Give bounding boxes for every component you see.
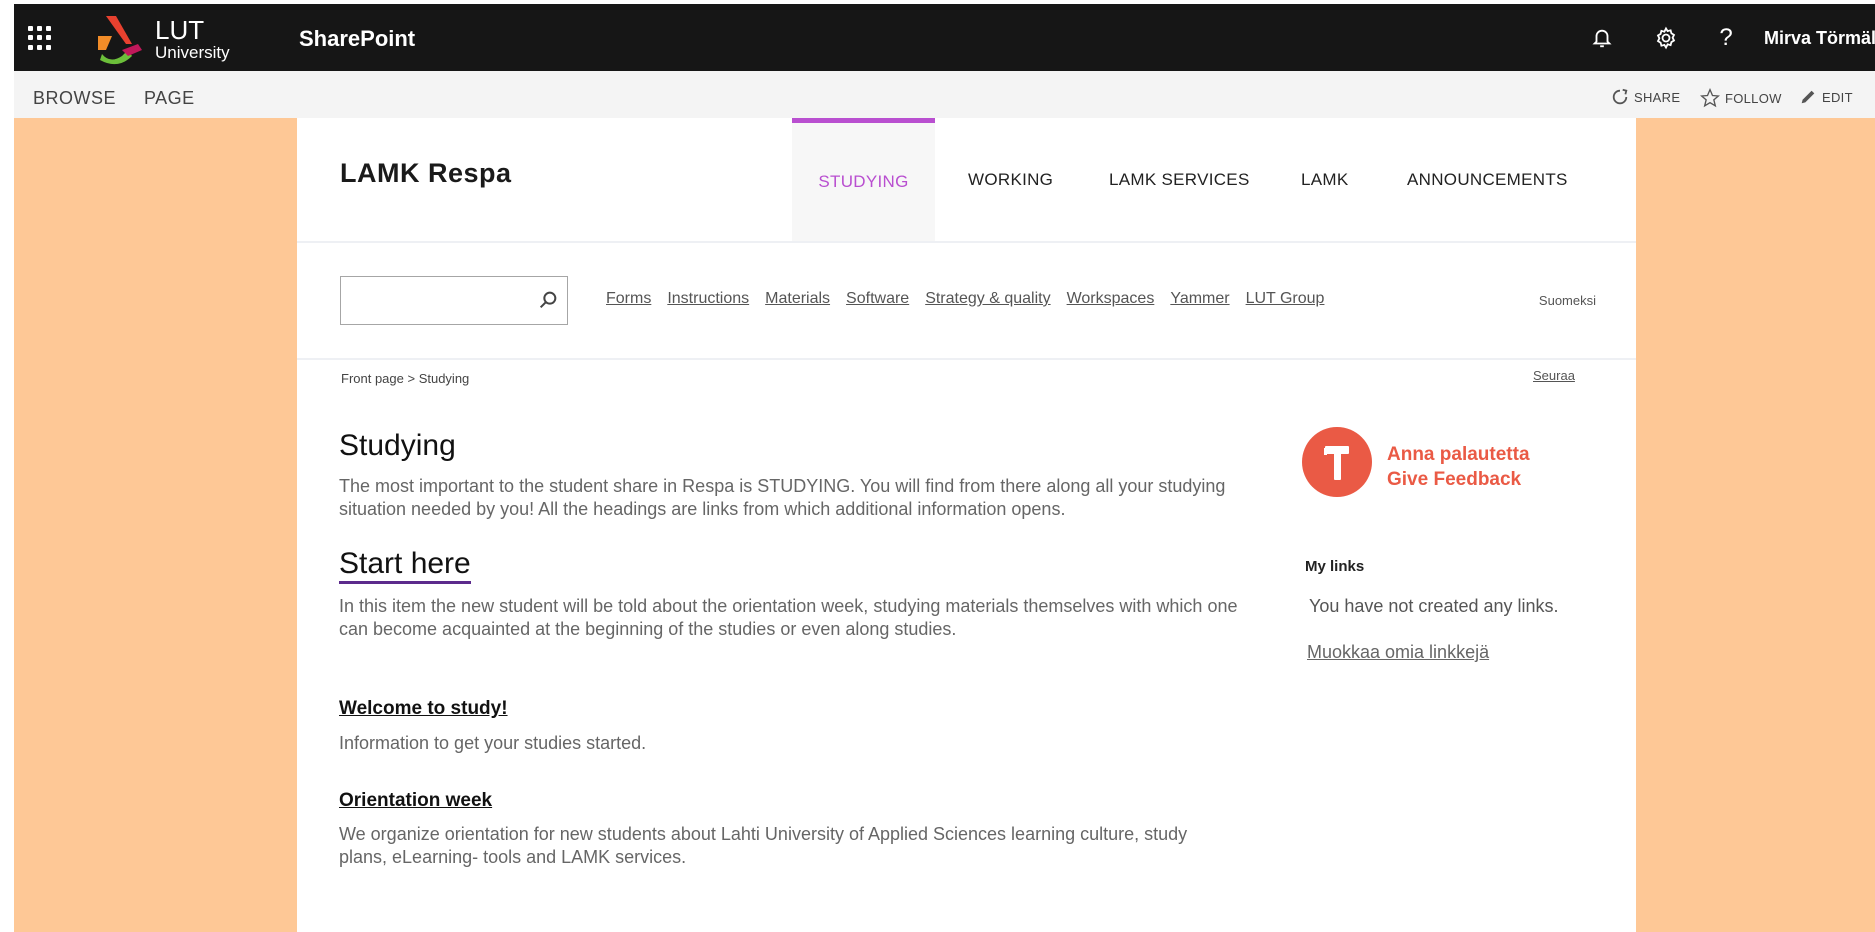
- orientation-link[interactable]: Orientation week: [339, 790, 492, 812]
- search-divider: [297, 358, 1636, 360]
- help-icon[interactable]: ?: [1712, 24, 1740, 52]
- ribbon-bar: BROWSE PAGE SHARE FOLLOW EDIT: [14, 71, 1875, 118]
- share-label: SHARE: [1634, 89, 1681, 105]
- bell-icon[interactable]: [1588, 24, 1616, 52]
- my-links-empty-text: You have not created any links.: [1309, 596, 1559, 616]
- star-icon: [1700, 88, 1720, 108]
- lut-logo-icon[interactable]: [92, 10, 148, 66]
- feedback-label-fi: Anna palautetta: [1387, 444, 1530, 465]
- link-materials[interactable]: Materials: [765, 290, 830, 308]
- site-title[interactable]: LAMK Respa: [340, 158, 512, 189]
- follow-link[interactable]: Seuraa: [1533, 368, 1575, 383]
- feedback-link[interactable]: Anna palautetta Give Feedback: [1387, 442, 1530, 492]
- app-launcher-waffle-icon[interactable]: [28, 26, 52, 50]
- edit-my-links-link[interactable]: Muokkaa omia linkkejä: [1307, 642, 1489, 663]
- nav-studying[interactable]: STUDYING: [792, 118, 935, 241]
- nav-announcements[interactable]: ANNOUNCEMENTS: [1407, 118, 1568, 241]
- app-title[interactable]: SharePoint: [299, 26, 415, 52]
- start-here-text: In this item the new student will be tol…: [339, 596, 1238, 639]
- nav-lamk-services[interactable]: LAMK SERVICES: [1109, 118, 1250, 241]
- suite-bar: LUT University SharePoint ? Mirva Törmäl…: [14, 4, 1875, 71]
- page-content: LAMK Respa STUDYING WORKING LAMK SERVICE…: [297, 118, 1636, 932]
- feedback-label-en: Give Feedback: [1387, 469, 1522, 490]
- tab-page[interactable]: PAGE: [144, 88, 195, 109]
- nav-lamk[interactable]: LAMK: [1301, 118, 1349, 241]
- link-software[interactable]: Software: [846, 290, 909, 308]
- welcome-text: Information to get your studies started.: [339, 733, 647, 753]
- link-instructions[interactable]: Instructions: [667, 290, 749, 308]
- user-name[interactable]: Mirva Törmälä: [1764, 28, 1875, 49]
- org-name: LUT: [155, 15, 205, 45]
- start-here-link[interactable]: Start here: [339, 547, 471, 584]
- pencil-icon: [1801, 90, 1815, 104]
- search-icon[interactable]: [537, 289, 559, 311]
- link-strategy-quality[interactable]: Strategy & quality: [925, 290, 1050, 308]
- link-workspaces[interactable]: Workspaces: [1067, 290, 1155, 308]
- quick-links: Forms Instructions Materials Software St…: [606, 290, 1324, 308]
- search-input[interactable]: [340, 276, 568, 325]
- my-links-title: My links: [1305, 558, 1365, 575]
- nav-divider: [297, 241, 1636, 243]
- language-switch[interactable]: Suomeksi: [1539, 293, 1596, 308]
- feedback-hammer-icon[interactable]: [1302, 427, 1372, 497]
- orientation-text: We organize orientation for new students…: [339, 824, 1188, 867]
- org-subtitle: University: [155, 43, 230, 62]
- edit-label: EDIT: [1822, 89, 1853, 105]
- follow-button[interactable]: FOLLOW: [1700, 88, 1782, 108]
- link-lut-group[interactable]: LUT Group: [1246, 290, 1325, 308]
- tab-browse[interactable]: BROWSE: [33, 88, 116, 109]
- link-forms[interactable]: Forms: [606, 290, 651, 308]
- breadcrumb[interactable]: Front page > Studying: [341, 371, 469, 386]
- intro-text: The most important to the student share …: [339, 476, 1226, 519]
- edit-button[interactable]: EDIT: [1799, 88, 1853, 106]
- follow-label: FOLLOW: [1725, 90, 1782, 106]
- gear-icon[interactable]: [1652, 24, 1680, 52]
- link-yammer[interactable]: Yammer: [1170, 290, 1229, 308]
- welcome-link[interactable]: Welcome to study!: [339, 698, 508, 720]
- share-button[interactable]: SHARE: [1611, 88, 1680, 106]
- nav-working[interactable]: WORKING: [968, 118, 1053, 241]
- page-title: Studying: [339, 429, 456, 462]
- share-icon: [1612, 88, 1628, 105]
